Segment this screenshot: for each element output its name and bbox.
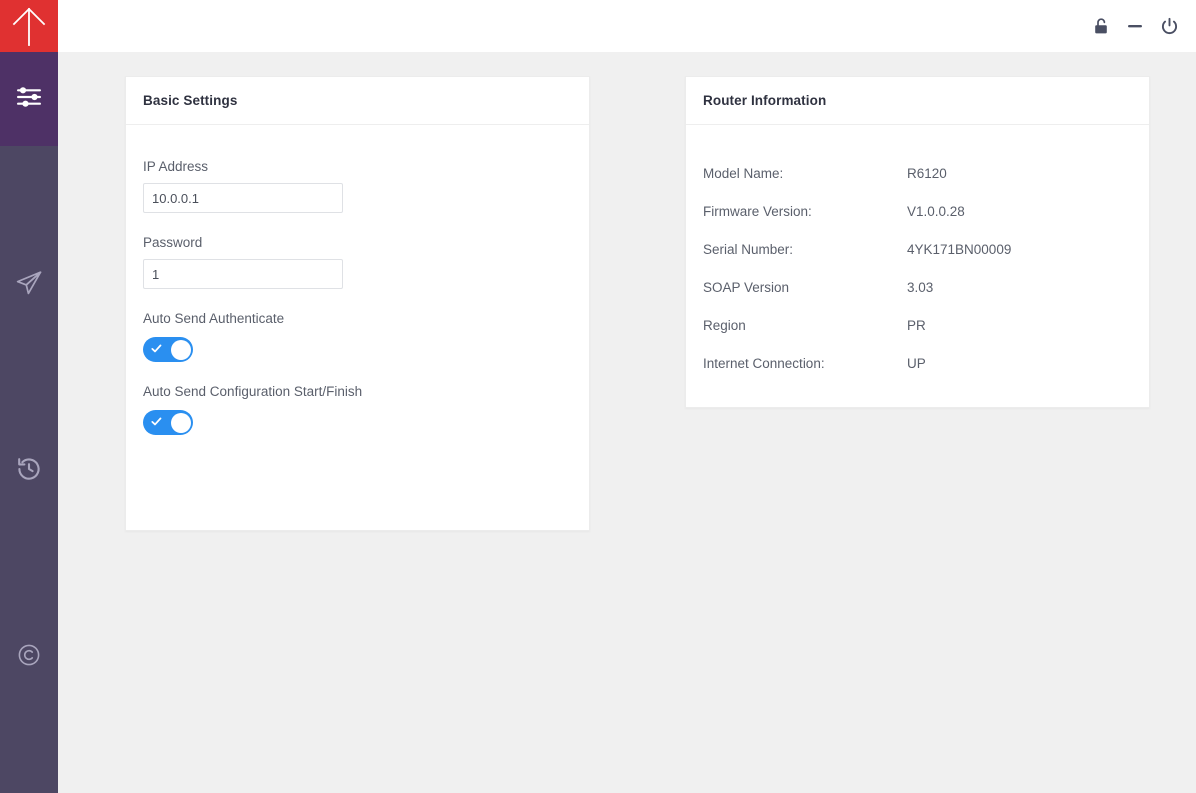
info-row-value: PR (907, 317, 926, 333)
password-label: Password (143, 235, 203, 250)
info-row: Firmware Version: V1.0.0.28 (703, 192, 1132, 230)
ip-address-field: IP Address (143, 159, 572, 213)
sidebar-gap-2 (0, 332, 58, 424)
toggle-knob (170, 412, 191, 433)
info-row-value: V1.0.0.28 (907, 203, 965, 219)
auto-send-configuration-toggle[interactable] (143, 410, 193, 435)
send-icon (15, 270, 43, 301)
unlock-icon (1093, 17, 1109, 35)
power-button[interactable] (1152, 9, 1186, 43)
basic-settings-header: Basic Settings (126, 77, 589, 125)
check-icon (151, 344, 162, 353)
password-field: Password (143, 235, 572, 289)
check-icon (151, 417, 162, 426)
toggle-knob (170, 339, 191, 360)
info-row-value: R6120 (907, 165, 947, 181)
ip-address-input[interactable] (143, 183, 343, 213)
minimize-icon (1126, 17, 1144, 35)
sidebar-gap-3 (0, 518, 58, 610)
info-row: Serial Number: 4YK171BN00009 (703, 230, 1132, 268)
password-input[interactable] (143, 259, 343, 289)
info-row-key: SOAP Version (703, 279, 790, 295)
sidebar-item-about[interactable] (0, 610, 58, 704)
info-row-key: Internet Connection: (703, 355, 825, 371)
auto-send-configuration-field: Auto Send Configuration Start/Finish (143, 384, 572, 435)
info-row-key: Region (703, 317, 746, 333)
sidebar-gap-1 (0, 146, 58, 238)
sliders-icon (16, 86, 42, 113)
auto-send-authenticate-field: Auto Send Authenticate (143, 311, 572, 362)
router-information-header: Router Information (686, 77, 1149, 125)
info-row-key: Serial Number: (703, 241, 794, 257)
history-icon (16, 456, 42, 487)
power-icon (1160, 17, 1179, 36)
sidebar-item-send[interactable] (0, 238, 58, 332)
info-row-value: UP (907, 355, 926, 371)
app-logo[interactable] (0, 0, 58, 52)
router-information-list: Model Name: R6120 Firmware Version: V1.0.0.… (686, 125, 1149, 382)
sidebar-item-settings[interactable] (0, 52, 58, 146)
sidebar-gap-bottom (0, 704, 58, 793)
info-row-value: 3.03 (907, 279, 934, 295)
basic-settings-title: Basic Settings (143, 93, 238, 108)
minimize-button[interactable] (1118, 9, 1152, 43)
ip-address-label: IP Address (143, 159, 209, 174)
copyright-icon (17, 643, 41, 672)
app-window: Basic Settings IP Address Password Auto … (0, 0, 1196, 793)
auto-send-authenticate-toggle[interactable] (143, 337, 193, 362)
router-information-card: Router Information Model Name: R6120 Firmw… (685, 76, 1150, 408)
router-information-title: Router Information (703, 93, 827, 108)
unlock-button[interactable] (1084, 9, 1118, 43)
info-row-value: 4YK171BN00009 (907, 241, 1012, 257)
up-arrow-icon (11, 6, 47, 46)
sidebar-item-history[interactable] (0, 424, 58, 518)
auto-send-configuration-label: Auto Send Configuration Start/Finish (143, 384, 363, 399)
basic-settings-card: Basic Settings IP Address Password Auto … (125, 76, 590, 531)
info-row-key: Firmware Version: (703, 203, 812, 219)
window-titlebar (58, 0, 1196, 52)
info-row: Model Name: R6120 (703, 154, 1132, 192)
main-content: Basic Settings IP Address Password Auto … (58, 52, 1196, 793)
auto-send-authenticate-label: Auto Send Authenticate (143, 311, 285, 326)
info-row: SOAP Version 3.03 (703, 268, 1132, 306)
info-row-key: Model Name: (703, 165, 784, 181)
info-row: Internet Connection: UP (703, 344, 1132, 382)
info-row: Region PR (703, 306, 1132, 344)
basic-settings-body: IP Address Password Auto Send Authentica… (126, 125, 589, 435)
sidebar (0, 0, 58, 793)
